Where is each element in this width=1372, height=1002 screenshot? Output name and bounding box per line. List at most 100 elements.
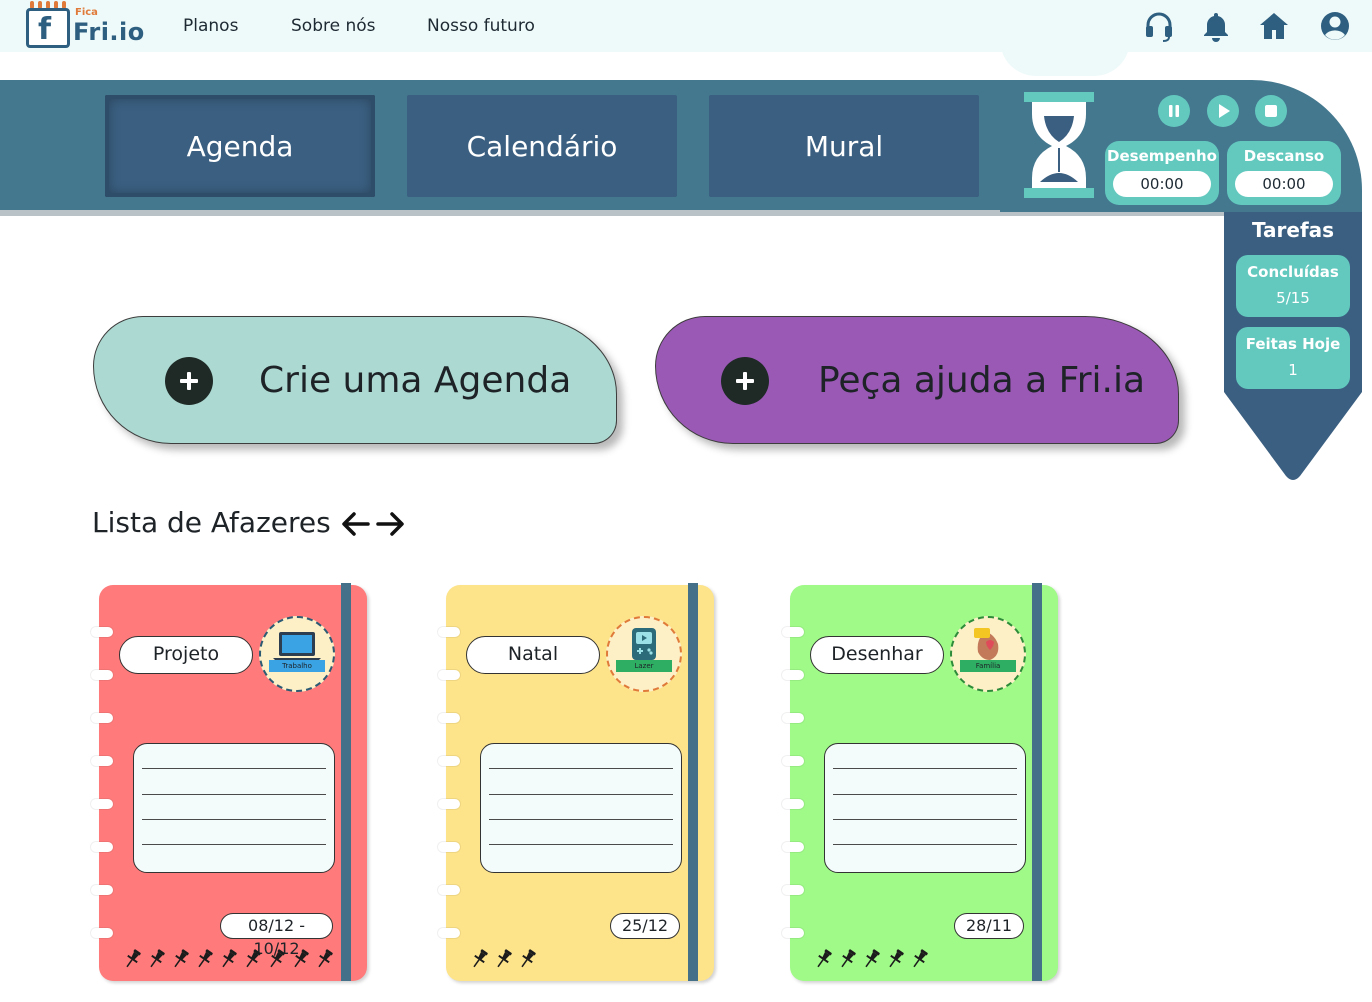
notebook-strap: [688, 583, 698, 981]
desempenho-timer: Desempenho 00:00: [1105, 141, 1219, 205]
concluidas-label: Concluídas: [1247, 263, 1339, 281]
notebook-strap: [341, 583, 351, 981]
notebook-card[interactable]: Desenhar Família 28/11: [782, 583, 1058, 981]
plus-icon: [165, 357, 213, 405]
logo-letter: f: [38, 12, 52, 47]
pause-icon: [1169, 105, 1179, 117]
pushpin-icon: [294, 949, 309, 968]
binder-ring: [91, 756, 113, 766]
nav-link-nosso-futuro[interactable]: Nosso futuro: [427, 16, 535, 36]
ask-fri-ia-button[interactable]: Peça ajuda a Fri.ia: [655, 316, 1179, 444]
pushpin-icon: [865, 949, 880, 968]
notebook-date: 25/12: [610, 913, 680, 939]
desempenho-label: Desempenho: [1107, 147, 1217, 165]
binder-ring: [438, 842, 460, 852]
pushpin-icon: [270, 949, 285, 968]
category-badge: Trabalho: [259, 616, 335, 692]
binder-ring: [438, 928, 460, 938]
binder-ring: [91, 842, 113, 852]
concluidas-value: 5/15: [1276, 289, 1310, 307]
create-agenda-label: Crie uma Agenda: [259, 360, 572, 401]
tarefas-title: Tarefas: [1251, 218, 1335, 242]
hands-heart-icon: [974, 628, 999, 660]
category-label: Trabalho: [269, 660, 325, 672]
create-agenda-button[interactable]: Crie uma Agenda: [93, 316, 617, 444]
pushpin-icon: [817, 949, 832, 968]
feitas-hoje-value: 1: [1288, 361, 1298, 379]
binder-ring: [438, 627, 460, 637]
pushpin-icon: [318, 949, 333, 968]
game-controller-icon: [632, 628, 656, 660]
binder-ring: [782, 756, 804, 766]
tarefas-panel: Tarefas Concluídas 5/15 Feitas Hoje 1: [1224, 212, 1362, 482]
pushpin-icon: [174, 949, 189, 968]
notebook-strap: [1032, 583, 1042, 981]
binder-ring: [782, 928, 804, 938]
notebook-card[interactable]: Natal Lazer 25/12: [438, 583, 714, 981]
feitas-hoje-label: Feitas Hoje: [1245, 335, 1341, 353]
binder-ring: [438, 670, 460, 680]
pushpin-rating: [468, 947, 539, 973]
arrow-right-icon[interactable]: [375, 508, 407, 540]
binder-ring: [438, 756, 460, 766]
binder-ring: [438, 799, 460, 809]
notebook-date: 08/12 - 10/12: [220, 913, 333, 958]
binder-ring: [91, 670, 113, 680]
pause-button[interactable]: [1158, 95, 1190, 127]
binder-ring: [782, 799, 804, 809]
todo-list-title: Lista de Afazeres: [92, 506, 331, 539]
notebook-notes[interactable]: [824, 743, 1026, 873]
binder-ring: [782, 670, 804, 680]
binder-ring: [782, 842, 804, 852]
concluidas-stat: Concluídas 5/15: [1236, 255, 1350, 317]
notebook-title: Projeto: [119, 636, 253, 674]
notebook-card[interactable]: Projeto Trabalho 08/12 - 10/12: [91, 583, 367, 981]
logo[interactable]: f Fica Fri.io: [26, 1, 146, 50]
nav-link-planos[interactable]: Planos: [183, 16, 238, 36]
notebook-notes[interactable]: [480, 743, 682, 873]
binder-ring: [438, 713, 460, 723]
notebook-title: Natal: [466, 636, 600, 674]
logo-calendar-icon: f: [26, 8, 70, 48]
pushpin-icon: [913, 949, 928, 968]
pushpin-icon: [222, 949, 237, 968]
category-label: Lazer: [616, 660, 672, 672]
tab-agenda[interactable]: Agenda: [105, 95, 375, 197]
tab-mural[interactable]: Mural: [709, 95, 979, 197]
binder-ring: [91, 885, 113, 895]
binder-ring: [91, 713, 113, 723]
pushpin-icon: [473, 949, 488, 968]
stop-icon: [1265, 105, 1277, 117]
binder-ring: [91, 928, 113, 938]
pushpin-icon: [841, 949, 856, 968]
binder-ring: [782, 713, 804, 723]
ask-fri-ia-label: Peça ajuda a Fri.ia: [818, 360, 1146, 401]
feitas-hoje-stat: Feitas Hoje 1: [1236, 327, 1350, 389]
descanso-timer: Descanso 00:00: [1227, 141, 1341, 205]
plus-icon: [721, 357, 769, 405]
pushpin-rating: [812, 947, 931, 973]
stop-button[interactable]: [1255, 95, 1287, 127]
home-icon[interactable]: [1258, 10, 1290, 42]
desempenho-value: 00:00: [1113, 171, 1211, 197]
pushpin-icon: [246, 949, 261, 968]
play-icon: [1219, 104, 1230, 118]
pushpin-icon: [150, 949, 165, 968]
nav-link-sobre-nos[interactable]: Sobre nós: [291, 16, 376, 36]
logo-small-text: Fica: [75, 7, 98, 18]
notebook-title: Desenhar: [810, 636, 944, 674]
notebook-notes[interactable]: [133, 743, 335, 873]
laptop-icon: [273, 632, 321, 662]
nav-bump: [1000, 40, 1130, 76]
arrow-left-icon[interactable]: [339, 508, 371, 540]
user-account-icon[interactable]: [1319, 10, 1351, 42]
pushpin-icon: [521, 949, 536, 968]
tab-calendario[interactable]: Calendário: [407, 95, 677, 197]
category-badge: Lazer: [606, 616, 682, 692]
bell-icon[interactable]: [1200, 10, 1232, 42]
binder-ring: [438, 885, 460, 895]
binder-ring: [782, 627, 804, 637]
pushpin-icon: [198, 949, 213, 968]
headset-icon[interactable]: [1143, 10, 1175, 42]
play-button[interactable]: [1207, 95, 1239, 127]
